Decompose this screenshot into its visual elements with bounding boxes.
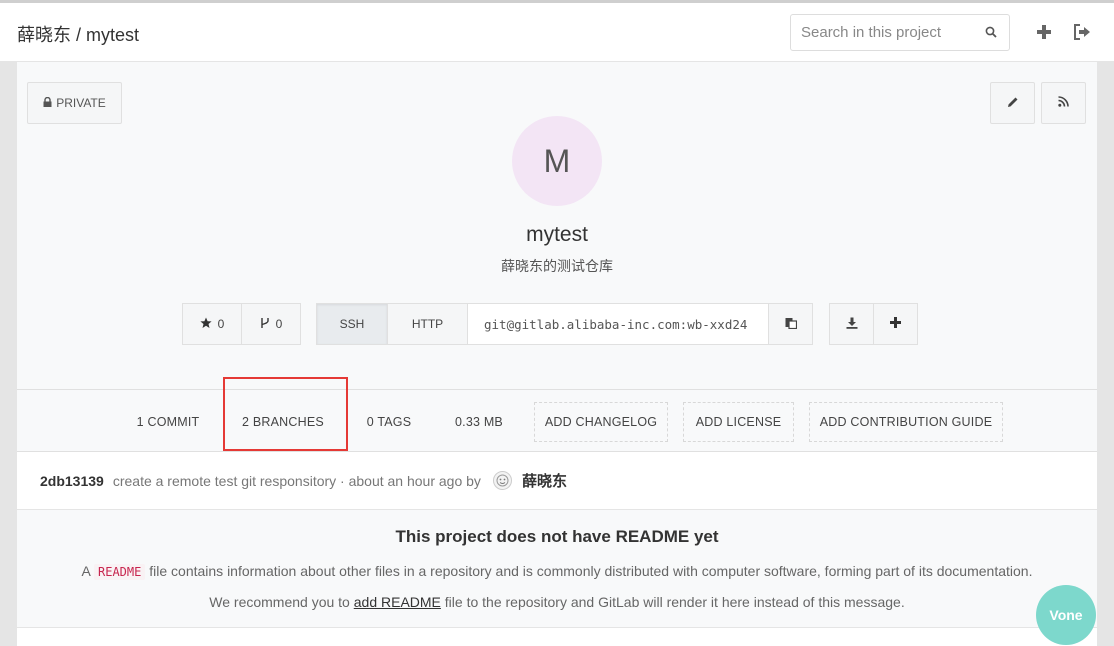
commit-sha[interactable]: 2db13139 bbox=[40, 473, 104, 489]
edit-button[interactable] bbox=[990, 82, 1035, 124]
lock-icon bbox=[43, 96, 52, 110]
add-readme-link[interactable]: add README bbox=[354, 594, 441, 610]
star-icon bbox=[200, 317, 212, 332]
highlight-box bbox=[223, 377, 348, 451]
rss-button[interactable] bbox=[1041, 82, 1086, 124]
clone-group: SSH HTTP git@gitlab.alibaba-inc.com:wb-x… bbox=[316, 303, 813, 345]
readme-recommend-line: We recommend you to add README file to t… bbox=[17, 594, 1097, 610]
search-icon[interactable] bbox=[985, 25, 997, 43]
top-header: 薛晓东 / mytest bbox=[0, 0, 1114, 62]
project-name: mytest bbox=[526, 223, 588, 246]
add-changelog-button[interactable]: ADD CHANGELOG bbox=[534, 402, 668, 442]
private-badge[interactable]: PRIVATE bbox=[27, 82, 122, 124]
tags-link[interactable]: 0 TAGS bbox=[353, 402, 425, 442]
repo-size: 0.33 MB bbox=[455, 415, 503, 429]
star-count: 0 bbox=[217, 317, 225, 331]
download-icon bbox=[846, 317, 858, 332]
project-avatar: M bbox=[512, 116, 602, 206]
plus-icon bbox=[890, 317, 901, 331]
author-avatar[interactable] bbox=[492, 471, 512, 490]
readme-line1-pre: A bbox=[81, 563, 91, 579]
last-commit-row: 2db13139 create a remote test git respon… bbox=[17, 452, 1097, 510]
readme-code: README bbox=[94, 564, 146, 580]
readme-missing-title: This project does not have README yet bbox=[395, 527, 719, 546]
readme-line1-post: file contains information about other fi… bbox=[149, 563, 1033, 579]
project-description: 薛晓东的测试仓库 bbox=[501, 258, 613, 274]
star-fork-group: 0 0 bbox=[182, 303, 301, 345]
download-button[interactable] bbox=[829, 303, 874, 345]
add-button[interactable] bbox=[873, 303, 918, 345]
fork-button[interactable]: 0 bbox=[241, 303, 301, 345]
private-label: PRIVATE bbox=[56, 96, 106, 110]
download-add-group bbox=[829, 303, 918, 345]
search-box[interactable] bbox=[790, 14, 1010, 51]
commit-author[interactable]: 薛晓东 bbox=[522, 470, 567, 491]
add-license-button[interactable]: ADD LICENSE bbox=[683, 402, 794, 442]
ssh-tab[interactable]: SSH bbox=[316, 303, 388, 345]
star-button[interactable]: 0 bbox=[182, 303, 242, 345]
search-input[interactable] bbox=[791, 15, 971, 50]
readme-line2-pre: We recommend you to bbox=[209, 594, 350, 610]
sign-out-icon[interactable] bbox=[1073, 24, 1091, 45]
fork-count: 0 bbox=[275, 317, 283, 331]
copy-url-button[interactable] bbox=[768, 303, 813, 345]
rss-icon bbox=[1058, 96, 1069, 110]
add-contribution-guide-button[interactable]: ADD CONTRIBUTION GUIDE bbox=[809, 402, 1003, 442]
project-page: PRIVATE M mytest 薛晓东的测试仓库 0 0 SSH HTTP g… bbox=[17, 62, 1097, 646]
plus-icon[interactable] bbox=[1036, 24, 1052, 45]
http-tab[interactable]: HTTP bbox=[387, 303, 468, 345]
commits-link[interactable]: 1 COMMIT bbox=[123, 402, 213, 442]
pencil-icon bbox=[1007, 96, 1019, 111]
readme-line2-post: file to the repository and GitLab will r… bbox=[444, 594, 905, 610]
clipboard-icon bbox=[785, 317, 797, 332]
readme-info-line: A README file contains information about… bbox=[17, 563, 1097, 580]
commit-message[interactable]: create a remote test git responsitory · … bbox=[113, 473, 481, 489]
vone-widget-button[interactable]: Vone bbox=[1036, 585, 1096, 645]
breadcrumb[interactable]: 薛晓东 / mytest bbox=[17, 21, 139, 47]
fork-icon bbox=[260, 317, 270, 332]
clone-url-field[interactable]: git@gitlab.alibaba-inc.com:wb-xxd24 bbox=[467, 303, 769, 345]
content-footer bbox=[17, 627, 1097, 646]
project-stats-bar: 1 COMMIT 2 BRANCHES 0 TAGS 0.33 MB ADD C… bbox=[17, 389, 1097, 452]
